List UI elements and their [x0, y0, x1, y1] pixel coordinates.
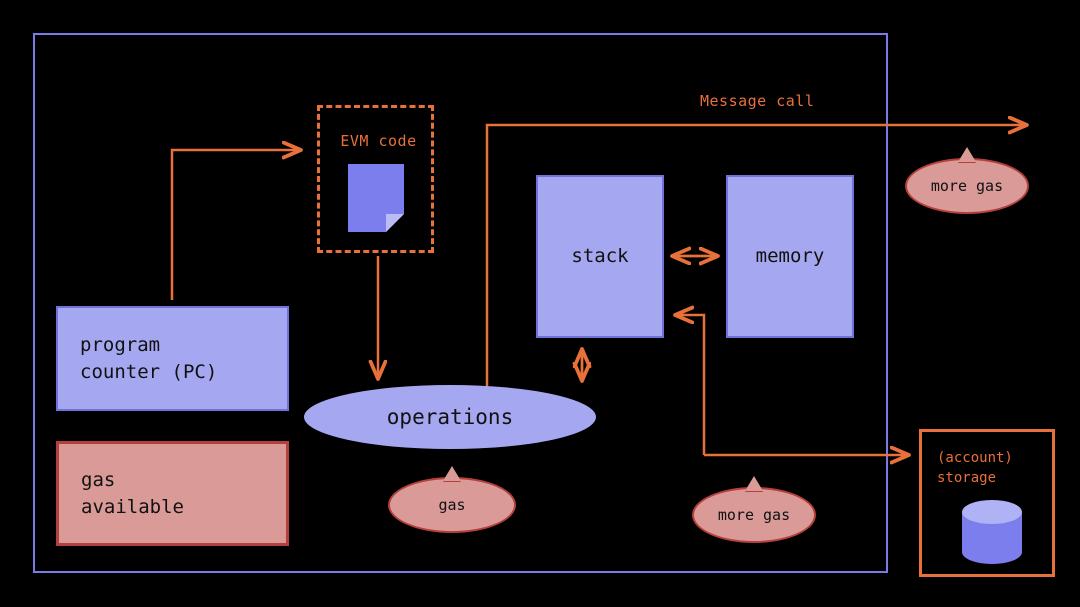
gas-available-label: gas available	[81, 468, 184, 518]
account-storage-label: (account) storage	[937, 450, 1013, 487]
document-icon	[348, 164, 404, 232]
operations-label: operations	[386, 405, 514, 429]
callout-tail-icon	[443, 466, 461, 481]
memory-box: memory	[726, 175, 854, 338]
operations-ellipse: operations	[304, 385, 596, 449]
gas-available-box: gas available	[56, 441, 289, 546]
callout-tail-icon	[958, 147, 976, 162]
evm-code-label: EVM code	[340, 132, 417, 150]
more-gas-callout-right: more gas	[905, 147, 1029, 214]
account-storage-box: (account) storage	[919, 429, 1055, 577]
program-counter-label: program counter (PC)	[80, 333, 218, 383]
more-gas-callout-mid: more gas	[692, 476, 816, 543]
message-call-label: Message call	[700, 92, 815, 110]
gas-callout-label: gas	[438, 496, 466, 514]
more-gas-right-label: more gas	[930, 177, 1004, 195]
program-counter-box: program counter (PC)	[56, 306, 289, 411]
memory-label: memory	[755, 245, 825, 268]
more-gas-mid-label: more gas	[717, 506, 791, 524]
gas-callout: gas	[388, 466, 516, 533]
callout-tail-icon	[745, 476, 763, 491]
stack-label: stack	[571, 245, 629, 268]
evm-diagram: program counter (PC) gas available EVM c…	[0, 0, 1080, 607]
stack-box: stack	[536, 175, 664, 338]
database-icon	[962, 500, 1022, 564]
